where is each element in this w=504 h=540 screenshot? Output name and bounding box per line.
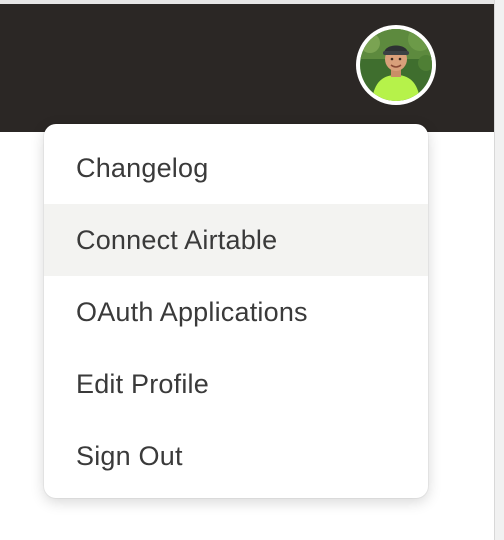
menu-item-edit-profile[interactable]: Edit Profile xyxy=(44,348,428,420)
menu-item-connect-airtable[interactable]: Connect Airtable xyxy=(44,204,428,276)
window-right-edge xyxy=(494,0,504,540)
menu-item-changelog[interactable]: Changelog xyxy=(44,132,428,204)
avatar xyxy=(360,29,432,101)
menu-item-oauth-applications[interactable]: OAuth Applications xyxy=(44,276,428,348)
top-header-bar xyxy=(0,4,494,132)
user-avatar-button[interactable] xyxy=(356,25,436,105)
user-dropdown-menu: Changelog Connect Airtable OAuth Applica… xyxy=(44,124,428,498)
menu-item-sign-out[interactable]: Sign Out xyxy=(44,420,428,492)
